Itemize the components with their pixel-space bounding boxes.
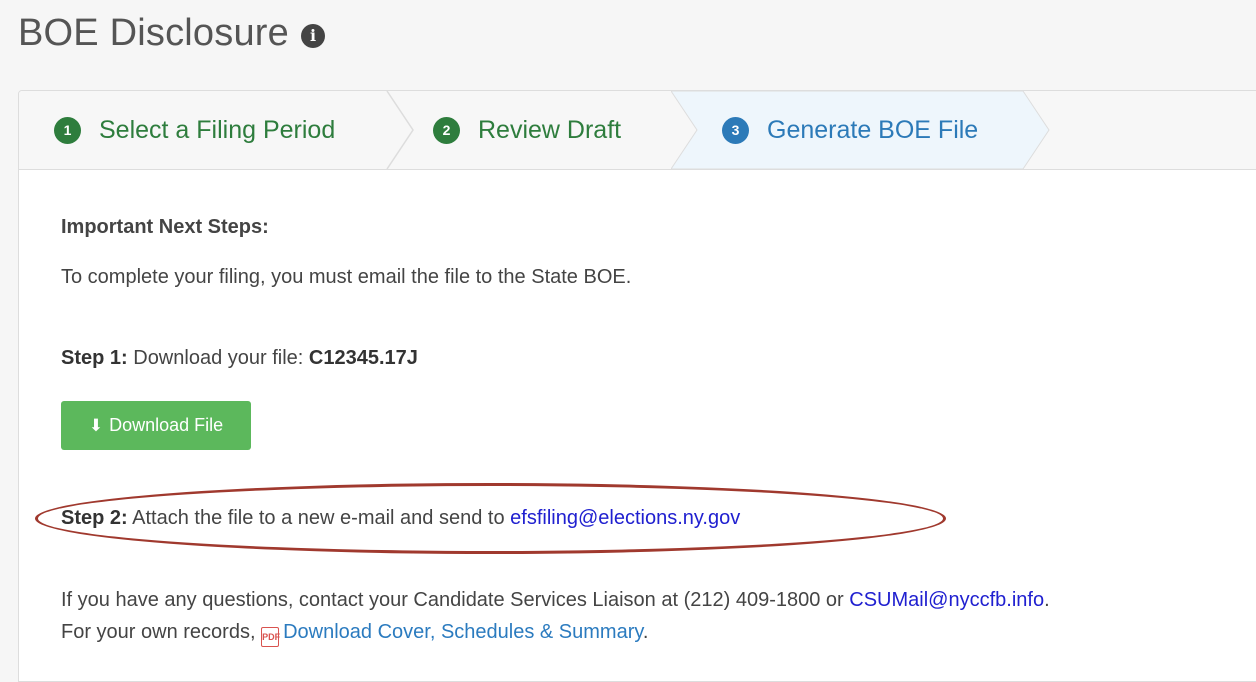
step-number-badge: 1: [54, 116, 81, 144]
page-title: BOE Disclosure: [18, 12, 289, 54]
download-icon: ⬇: [88, 415, 104, 435]
questions-text: If you have any questions, contact your …: [61, 589, 1050, 612]
questions-end: .: [1044, 589, 1050, 611]
records-end: .: [642, 621, 649, 643]
step1-description: Download your file:: [127, 347, 309, 369]
step-number-badge: 2: [433, 116, 460, 144]
pdf-icon: PDF: [261, 627, 280, 647]
download-file-label: Download File: [109, 415, 224, 435]
step2-text: Step 2: Attach the file to a new e-mail …: [61, 507, 740, 530]
records-description: For your own records,: [61, 621, 262, 643]
step-label: Generate BOE File: [767, 115, 979, 144]
download-file-button[interactable]: ⬇ Download File: [61, 401, 251, 450]
step-label: Review Draft: [478, 115, 622, 144]
step2-description: Attach the file to a new e-mail and send…: [127, 507, 511, 529]
info-icon[interactable]: i: [301, 23, 325, 48]
wizard-step-review-draft[interactable]: 2 Review Draft: [433, 91, 621, 169]
wizard-step-select-filing-period[interactable]: 1 Select a Filing Period: [54, 91, 335, 169]
step1-text: Step 1: Download your file: C12345.17J: [61, 347, 418, 370]
step-label: Select a Filing Period: [99, 115, 336, 144]
wizard-step-generate-boe-file[interactable]: 3 Generate BOE File: [722, 91, 978, 169]
wizard-panel: 1 Select a Filing Period 2 Review Draft …: [18, 90, 1256, 682]
step1-label: Step 1:: [61, 347, 128, 369]
filename: C12345.17J: [308, 347, 418, 369]
step-number-badge: 3: [722, 116, 749, 144]
next-steps-heading: Important Next Steps:: [61, 216, 269, 238]
questions-description: If you have any questions, contact your …: [61, 589, 850, 611]
wizard-steps: 1 Select a Filing Period 2 Review Draft …: [19, 91, 1256, 170]
records-text: For your own records, PDF Download Cover,…: [61, 621, 648, 647]
page-header: BOE Disclosure i: [18, 12, 325, 55]
download-cover-schedules-link[interactable]: Download Cover, Schedules & Summary: [283, 621, 643, 643]
efsfiling-email-link[interactable]: efsfiling@elections.ny.gov: [510, 507, 740, 529]
step2-label: Step 2:: [61, 507, 128, 529]
csumail-email-link[interactable]: CSUMail@nyccfb.info: [849, 589, 1044, 611]
step-divider: [386, 91, 414, 169]
intro-text: To complete your filing, you must email …: [61, 266, 632, 288]
